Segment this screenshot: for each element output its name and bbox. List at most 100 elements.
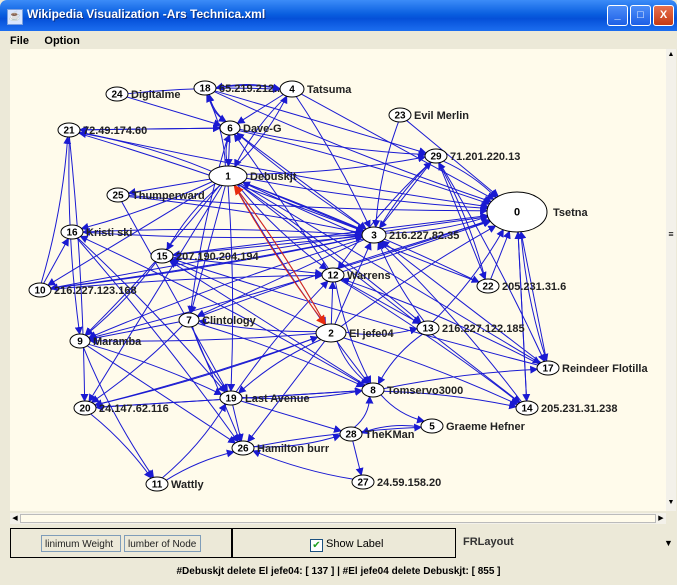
scroll-up-icon[interactable]: ▲ — [666, 51, 676, 61]
edge-19-28 — [240, 400, 343, 433]
scroll-grip-icon[interactable]: ≡ — [666, 229, 676, 239]
node-id: 21 — [63, 126, 75, 137]
graph-node-18[interactable]: 18 65.219.212.. — [193, 80, 280, 96]
node-id: 7 — [186, 316, 192, 327]
edge-18-29 — [214, 90, 427, 155]
graph-node-15[interactable]: 15 207.190.204.194 — [150, 248, 259, 264]
edge-6-1 — [224, 134, 233, 168]
layout-segment[interactable]: FRLayout — [456, 528, 666, 558]
graph-node-28[interactable]: 28 TheKMan — [339, 426, 415, 442]
graph-node-16[interactable]: 16 Kristi ski — [60, 224, 132, 240]
edge-13-8 — [377, 333, 423, 385]
edge-29-0 — [443, 160, 497, 199]
graph-node-9[interactable]: 9 Maramba — [69, 333, 142, 349]
graph-node-22[interactable]: 22 205.231.31.6 — [476, 278, 566, 294]
node-label: 71.201.220.13 — [450, 151, 520, 163]
node-label: 65.219.212.. — [219, 83, 280, 95]
horizontal-scrollbar[interactable]: ◀ ▶ — [10, 513, 666, 524]
menu-file[interactable]: File — [4, 33, 34, 47]
graph-node-10[interactable]: 10 216.227.123.168 — [28, 282, 137, 298]
graph-node-2[interactable]: 2 El jefe04 — [315, 323, 395, 343]
vertical-scrollbar[interactable]: ▲ ≡ ▼ — [666, 49, 676, 511]
graph-node-6[interactable]: 6 Dave-G — [219, 120, 282, 136]
layout-select[interactable]: FRLayout — [463, 536, 514, 548]
maximize-button[interactable]: □ — [630, 5, 651, 26]
graph-canvas[interactable]: 0 Tsetna 1 Debuskjt 2 El jefe04 3 216.227.82.35… — [10, 49, 666, 511]
graph-node-13[interactable]: 13 216.227.122.185 — [416, 320, 525, 336]
graph-node-8[interactable]: 8 Tomservo3000 — [361, 382, 463, 398]
graph-node-17[interactable]: 17 Reindeer Flotilla — [536, 360, 648, 376]
graph-node-29[interactable]: 29 71.201.220.13 — [424, 148, 520, 164]
edge-1-16 — [80, 181, 213, 231]
node-label: Digitalme — [131, 89, 181, 101]
node-label: Kristi ski — [86, 227, 132, 239]
graph-node-21[interactable]: 21 72.49.174.60 — [57, 122, 147, 138]
graph-node-5[interactable]: 5 Graeme Hefner — [420, 418, 526, 434]
menu-bar: File Option — [4, 31, 673, 49]
menu-option[interactable]: Option — [38, 33, 84, 47]
node-id: 1 — [225, 172, 231, 183]
node-id: 9 — [77, 337, 83, 348]
node-label: Tomservo3000 — [387, 385, 463, 397]
node-id: 6 — [227, 124, 233, 135]
node-label: Dave-G — [243, 123, 282, 135]
node-id: 10 — [34, 286, 46, 297]
graph-node-19[interactable]: 19 Last Avenue — [219, 390, 310, 406]
node-id: 24 — [111, 90, 123, 101]
label-segment: ✔ Show Label — [232, 528, 456, 558]
scroll-left-icon[interactable]: ◀ — [10, 513, 20, 524]
graph-node-11[interactable]: 11 Wattly — [145, 476, 204, 492]
minimize-button[interactable]: _ — [607, 5, 628, 26]
graph-node-4[interactable]: 4 Tatsuma — [279, 80, 352, 98]
number-of-nodes-field[interactable]: lumber of Node — [124, 535, 201, 552]
graph-node-27[interactable]: 27 24.59.158.20 — [351, 474, 441, 490]
layout-dropdown-icon[interactable]: ▼ — [664, 538, 673, 548]
node-label: Last Avenue — [245, 393, 310, 405]
graph-node-0[interactable]: 0 Tsetna — [486, 191, 589, 233]
node-label: Reindeer Flotilla — [562, 363, 648, 375]
show-label-checkbox[interactable]: ✔ — [310, 539, 323, 552]
node-label: Hamilton burr — [257, 443, 330, 455]
node-label: 205.231.31.6 — [502, 281, 566, 293]
horizontal-scroll-thumb[interactable] — [20, 514, 656, 523]
node-id: 20 — [79, 404, 91, 415]
node-label: 216.227.82.35 — [389, 230, 459, 242]
graph-svg[interactable]: 0 Tsetna 1 Debuskjt 2 El jefe04 3 216.227.82.35… — [10, 49, 666, 511]
minimum-weight-field[interactable]: linimum Weight — [41, 535, 121, 552]
node-id: 17 — [542, 364, 554, 375]
graph-node-20[interactable]: 20 24.147.62.116 — [73, 400, 169, 416]
node-label: Thumperward — [132, 190, 205, 202]
node-label: 205.231.31.238 — [541, 403, 617, 415]
graph-node-24[interactable]: 24 Digitalme — [105, 86, 181, 102]
edge-22-0 — [490, 230, 511, 280]
node-label: TheKMan — [365, 429, 415, 441]
edge-2-3 — [334, 241, 372, 325]
graph-node-1[interactable]: 1 Debuskjt — [208, 165, 297, 187]
title-bar[interactable]: ☕ Wikipedia Visualization -Ars Technica.… — [0, 0, 677, 31]
graph-node-3[interactable]: 3 216.227.82.35 — [361, 226, 459, 244]
graph-node-14[interactable]: 14 205.231.31.238 — [515, 400, 617, 416]
node-label: Warrens — [347, 270, 391, 282]
node-id: 8 — [370, 386, 376, 397]
node-id: 3 — [371, 231, 377, 242]
status-bar: #Debuskjt delete El jefe04: [ 137 ] | #E… — [176, 566, 501, 577]
node-label: Debuskjt — [250, 171, 297, 183]
edge-0-14 — [517, 231, 531, 403]
graph-node-7[interactable]: 7 Clintology — [178, 312, 257, 328]
scroll-down-icon[interactable]: ▼ — [666, 499, 676, 509]
edge-9-26 — [87, 345, 237, 444]
edge-8-5 — [380, 394, 426, 424]
app-window: ☕ Wikipedia Visualization -Ars Technica.… — [0, 0, 677, 585]
node-label: Evil Merlin — [414, 110, 469, 122]
node-label: 216.227.123.168 — [54, 285, 137, 297]
graph-node-12[interactable]: 12 Warrens — [321, 267, 391, 283]
close-button[interactable]: X — [653, 5, 674, 26]
graph-node-26[interactable]: 26 Hamilton burr — [231, 440, 330, 456]
control-panel: linimum Weight lumber of Node ✔ Show Lab… — [10, 528, 666, 558]
graph-node-25[interactable]: 25 Thumperward — [106, 187, 205, 203]
node-id: 14 — [521, 404, 533, 415]
edge-1-21 — [78, 130, 212, 172]
edge-24-6 — [126, 96, 222, 128]
scroll-right-icon[interactable]: ▶ — [656, 513, 666, 524]
graph-node-23[interactable]: 23 Evil Merlin — [388, 107, 469, 123]
